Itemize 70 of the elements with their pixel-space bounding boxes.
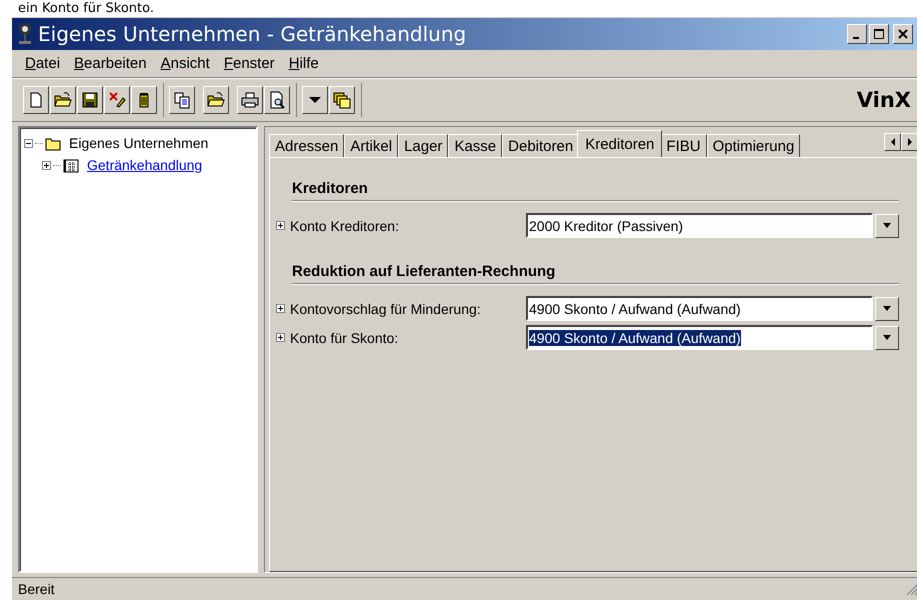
logo-text: VinX (856, 88, 911, 112)
collapse-icon[interactable] (24, 138, 33, 148)
field-label: Konto für Skonto: (290, 330, 400, 346)
tab[interactable]: Kasse (448, 134, 502, 157)
menu-item[interactable]: Hilfe (282, 55, 326, 72)
dropdown-button[interactable] (875, 326, 899, 350)
menu-item[interactable]: Ansicht (154, 55, 217, 72)
caption-text: ein Konto für Skonto. (18, 1, 154, 16)
status-text: Bereit (18, 581, 55, 597)
dropdown-button[interactable] (875, 214, 899, 238)
tab[interactable]: FIBU (660, 134, 707, 157)
folder-button[interactable] (203, 86, 229, 114)
printer-icon (241, 91, 259, 109)
tree-item[interactable]: Getränkehandlung (87, 157, 202, 173)
stacked-folders-icon (333, 91, 351, 109)
printer-button[interactable] (237, 86, 263, 114)
stacked-folders-button[interactable] (329, 86, 355, 114)
minimize-icon (853, 37, 859, 39)
caret-icon (883, 223, 891, 228)
minimize-button[interactable] (847, 24, 867, 44)
scroll-right-button[interactable] (901, 133, 917, 151)
resize-grip-icon (905, 582, 917, 596)
tree-item[interactable]: Eigenes Unternehmen (69, 135, 208, 151)
floppy-disk-button[interactable] (77, 86, 103, 114)
dropdown-button[interactable] (875, 296, 899, 320)
folder-button[interactable] (50, 86, 76, 114)
caret-icon (883, 335, 891, 340)
print-preview-button[interactable] (264, 86, 290, 114)
expand-icon[interactable] (276, 304, 285, 313)
menu-item[interactable]: Datei (18, 55, 68, 72)
caret-icon (883, 306, 891, 311)
dropdown-field[interactable]: 2000 Kreditor (Passiven) (526, 213, 873, 238)
maximize-icon (874, 29, 884, 39)
copy-icon (173, 91, 191, 109)
window-title: Eigenes Unternehmen - Getränkehandlung (38, 22, 468, 46)
cross-pencil-icon (108, 91, 126, 109)
folder-icon (207, 91, 225, 109)
left-triangle-icon (890, 138, 896, 146)
document-button[interactable] (23, 86, 49, 114)
tab[interactable]: Kreditoren (577, 130, 662, 157)
tab[interactable]: Debitoren (502, 134, 580, 157)
right-triangle-icon (906, 138, 912, 146)
print-preview-icon (268, 91, 286, 109)
down-triangle-button[interactable] (302, 86, 328, 114)
cross-pencil-button[interactable] (104, 86, 130, 114)
section-heading: Reduktion auf Lieferanten-Rechnung (291, 263, 556, 282)
trash-can-button[interactable] (131, 86, 157, 114)
tab[interactable]: Artikel (344, 134, 398, 157)
folder-icon (54, 91, 72, 109)
tab[interactable]: Adressen (269, 134, 344, 157)
field-label: Kontovorschlag für Minderung: (290, 300, 482, 316)
expand-icon[interactable] (42, 160, 51, 170)
expand-icon[interactable] (276, 221, 285, 230)
copy-button[interactable] (169, 86, 195, 114)
calendar-icon (63, 157, 79, 173)
scroll-left-button[interactable] (884, 133, 901, 151)
dropdown-field[interactable]: 4900 Skonto / Aufwand (Aufwand) (526, 296, 873, 321)
menu-item[interactable]: Fenster (216, 55, 282, 72)
menu-item[interactable]: Bearbeiten (67, 55, 154, 72)
close-icon (898, 29, 908, 39)
tab[interactable]: Optimierung (706, 134, 800, 157)
close-button[interactable] (893, 24, 913, 44)
tab[interactable]: Lager (398, 134, 448, 157)
maximize-button[interactable] (869, 24, 889, 44)
down-triangle-icon (309, 97, 321, 103)
field-label: Konto Kreditoren: (290, 218, 400, 234)
expand-icon[interactable] (276, 333, 285, 342)
app-icon (16, 22, 34, 46)
dropdown-field[interactable]: 4900 Skonto / Aufwand (Aufwand) (526, 325, 873, 350)
section-heading: Kreditoren (291, 180, 369, 199)
